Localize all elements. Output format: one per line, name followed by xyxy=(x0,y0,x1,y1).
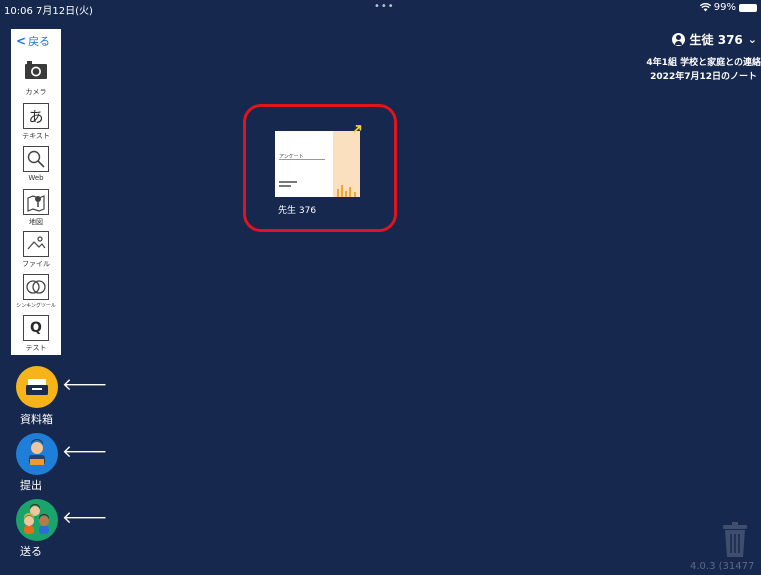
user-icon xyxy=(671,33,685,46)
chevron-left-icon: < xyxy=(16,34,27,48)
tool-map[interactable]: 地図 xyxy=(11,189,61,227)
thumbnail-divider xyxy=(279,159,325,160)
multitasking-dots-icon[interactable]: ••• xyxy=(374,1,395,12)
status-time: 10:06 7月12日(火) xyxy=(4,6,93,17)
battery-icon xyxy=(739,3,757,12)
back-label: 戻る xyxy=(28,35,51,48)
map-icon xyxy=(23,189,49,215)
thumbnail-bar xyxy=(349,187,351,197)
submit-label: 提出 xyxy=(20,479,42,492)
thumbnail-text-line xyxy=(279,185,291,187)
back-button[interactable]: < 戻る xyxy=(16,33,50,49)
version-label: 4.0.3 (31477 xyxy=(690,561,755,572)
tray-icon xyxy=(26,379,48,395)
class-title: 4年1組 学校と家庭との連絡 xyxy=(646,58,761,68)
user-menu[interactable]: 生徒 376 ⌄ xyxy=(671,31,757,48)
thumbnail-bar xyxy=(341,185,343,197)
chevron-down-icon: ⌄ xyxy=(747,33,757,46)
tool-file[interactable]: ファイル xyxy=(11,231,61,269)
tool-label: ファイル xyxy=(22,260,50,268)
arrow-left-icon: 🡐 xyxy=(62,442,108,462)
text-icon: あ xyxy=(23,103,49,129)
thinking-tool-icon xyxy=(23,274,49,300)
tool-label: テスト xyxy=(25,344,47,352)
thumbnail-text-line xyxy=(279,181,297,183)
test-icon: Q xyxy=(23,315,49,341)
file-image-icon xyxy=(23,231,49,257)
thumbnail-bar xyxy=(345,191,347,197)
tool-test[interactable]: Q テスト xyxy=(11,315,61,353)
tool-camera[interactable]: カメラ xyxy=(11,59,61,97)
arrow-left-icon: 🡐 xyxy=(62,508,108,528)
send-label: 送る xyxy=(20,545,42,558)
tool-web[interactable]: Web xyxy=(11,146,61,182)
tool-label: 地図 xyxy=(29,218,43,226)
student-submit-icon xyxy=(29,439,45,465)
status-bar: 10:06 7月12日(火) ••• 99% xyxy=(0,0,761,18)
card-author: 先生 376 xyxy=(278,206,317,216)
material-box-label: 資料箱 xyxy=(20,413,53,426)
students-send-icon xyxy=(24,504,49,534)
card-thumbnail[interactable]: アンケート xyxy=(275,131,360,197)
arrow-left-icon: 🡐 xyxy=(62,375,108,395)
thumbnail-bar xyxy=(337,189,339,197)
thumbnail-bar xyxy=(354,192,356,197)
note-date: 2022年7月12日のノート xyxy=(650,72,757,82)
tool-label: テキスト xyxy=(22,132,50,140)
trash-icon[interactable] xyxy=(722,522,748,562)
send-button[interactable] xyxy=(16,499,58,541)
submit-button[interactable] xyxy=(16,433,58,475)
tool-label: Web xyxy=(28,174,44,182)
camera-icon xyxy=(25,61,47,79)
wifi-icon xyxy=(699,3,711,12)
battery-percent: 99% xyxy=(713,2,736,13)
material-box-button[interactable] xyxy=(16,366,58,408)
user-name: 生徒 376 xyxy=(689,33,743,47)
tool-text[interactable]: あ テキスト xyxy=(11,103,61,141)
thumbnail-side-panel xyxy=(333,131,360,197)
web-search-icon xyxy=(23,146,49,172)
tool-label: シンキングツール xyxy=(16,303,56,309)
tool-sidebar: < 戻る カメラ あ テキスト Web 地図 ファイル シンキングツール Q テ… xyxy=(11,29,61,355)
tool-label: カメラ xyxy=(25,88,47,96)
status-indicators: 99% xyxy=(699,2,757,13)
tool-thinking[interactable]: シンキングツール xyxy=(11,274,61,309)
